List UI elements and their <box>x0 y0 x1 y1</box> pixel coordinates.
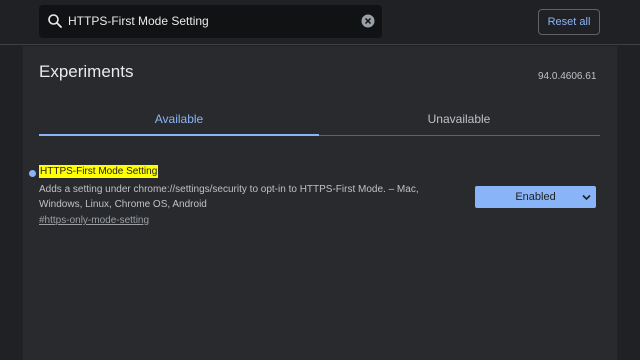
tab-indicator <box>39 134 319 136</box>
tab-unavailable[interactable]: Unavailable <box>319 101 599 136</box>
chevron-down-icon <box>582 193 591 202</box>
page-title: Experiments <box>39 62 134 81</box>
search-icon <box>47 13 63 29</box>
experiment-name: HTTPS-First Mode Setting <box>39 165 159 178</box>
header: HTTPS-First Mode Setting Reset all <box>0 0 640 45</box>
reset-all-button[interactable]: Reset all <box>538 9 600 35</box>
experiment-description: Adds a setting under chrome://settings/s… <box>39 184 419 210</box>
tab-bar: Available Unavailable <box>39 101 600 136</box>
search-query: HTTPS-First Mode Setting <box>68 14 209 28</box>
version-label: 94.0.4606.61 <box>538 71 597 82</box>
select-value: Enabled <box>515 191 556 203</box>
search-input[interactable]: HTTPS-First Mode Setting <box>39 5 382 38</box>
clear-search-icon[interactable] <box>361 14 375 28</box>
tab-available[interactable]: Available <box>39 101 319 136</box>
experiments-panel: Experiments 94.0.4606.61 Available Unava… <box>23 46 617 360</box>
experiment-link[interactable]: #https-only-mode-setting <box>39 215 149 226</box>
modified-dot-icon <box>29 170 36 177</box>
experiment-state-select[interactable]: Enabled <box>475 186 596 208</box>
